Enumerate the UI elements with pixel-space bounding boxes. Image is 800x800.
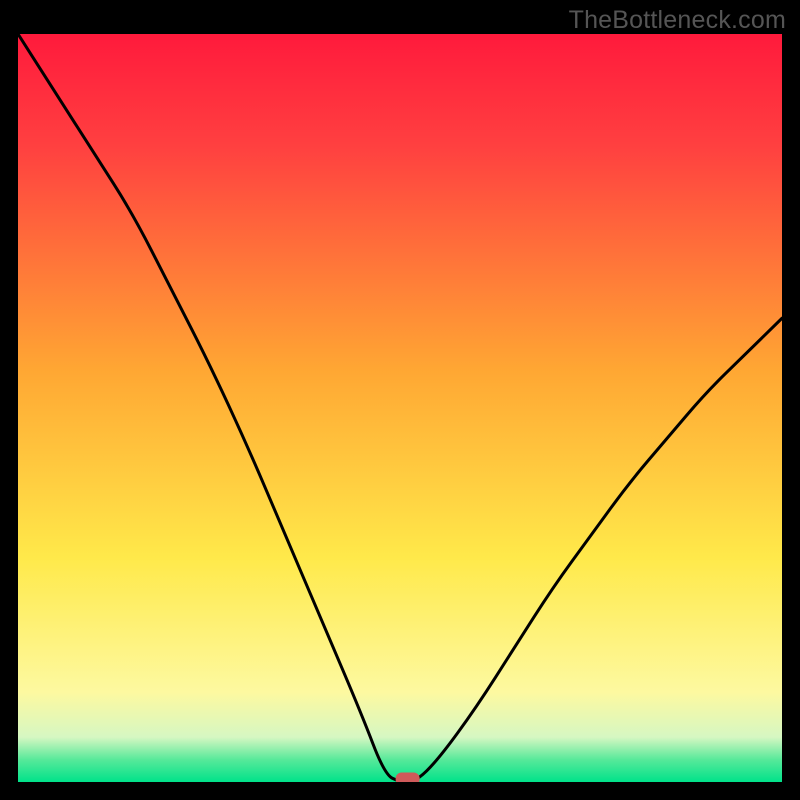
chart-frame: TheBottleneck.com [0, 0, 800, 800]
plot-svg [18, 34, 782, 782]
gradient-background [18, 34, 782, 782]
bottleneck-plot [18, 34, 782, 782]
optimal-point-marker [396, 773, 420, 783]
watermark-text: TheBottleneck.com [569, 6, 786, 35]
